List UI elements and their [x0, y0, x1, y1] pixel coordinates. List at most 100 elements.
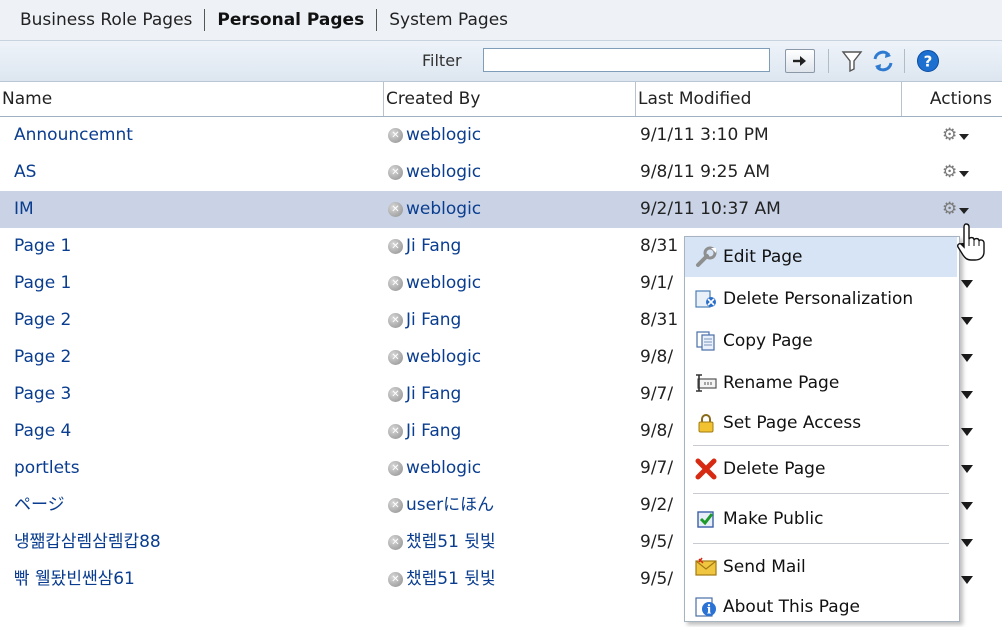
user-link[interactable]: Ji Fang [406, 376, 461, 413]
page-name-link[interactable]: Announcemnt [14, 117, 133, 154]
column-header-created-by[interactable]: Created By [384, 82, 636, 116]
page-name-link[interactable]: Page 2 [14, 339, 71, 376]
envelope-icon [693, 555, 719, 579]
user-link[interactable]: userにほん [406, 487, 494, 524]
last-modified-cell: 9/8/11 9:25 AM [640, 162, 770, 182]
user-link[interactable]: Ji Fang [406, 228, 461, 265]
page-name-link[interactable]: Page 1 [14, 228, 71, 265]
chevron-down-icon[interactable] [961, 317, 973, 325]
user-link[interactable]: weblogic [406, 154, 481, 191]
chevron-down-icon[interactable] [961, 539, 973, 547]
menu-item-edit-page[interactable]: Edit Page [685, 237, 957, 277]
user-link[interactable]: 챘렙51 뒷빛 [406, 524, 496, 561]
user-link[interactable]: weblogic [406, 265, 481, 302]
user-link[interactable]: 챘렙51 뒷빛 [406, 561, 496, 598]
toolbar-divider [904, 49, 905, 73]
rename-page-icon [693, 371, 719, 395]
menu-item-copy-page[interactable]: Copy Page [685, 321, 957, 361]
menu-item-label: Send Mail [723, 557, 806, 577]
page-name-link[interactable]: portlets [14, 450, 80, 487]
page-name-link[interactable]: ページ [14, 487, 65, 524]
tab-business-role-pages[interactable]: Business Role Pages [0, 10, 204, 30]
filter-toolbar: Filter ? [0, 41, 1002, 82]
last-modified-cell: 9/2/ [640, 495, 674, 515]
user-presence-icon: ✕ [388, 387, 403, 402]
column-header-last-modified[interactable]: Last Modified [636, 82, 902, 116]
page-name-link[interactable]: Page 3 [14, 376, 71, 413]
menu-item-delete-personalization[interactable]: Delete Personalization [685, 279, 957, 319]
menu-divider [693, 445, 949, 446]
user-presence-icon: ✕ [388, 350, 403, 365]
column-header-name[interactable]: Name [0, 82, 384, 116]
menu-item-label: About This Page [723, 597, 860, 617]
user-link[interactable]: weblogic [406, 191, 481, 228]
red-x-icon [693, 457, 719, 481]
page-name-link[interactable]: Page 1 [14, 265, 71, 302]
page-type-tabs: Business Role Pages Personal Pages Syste… [0, 0, 1002, 41]
refresh-icon[interactable] [871, 49, 895, 73]
created-by-cell: ✕ 챘렙51 뒷빛 [388, 561, 496, 598]
user-presence-icon: ✕ [388, 165, 403, 180]
tab-personal-pages[interactable]: Personal Pages [205, 10, 376, 30]
chevron-down-icon[interactable] [961, 576, 973, 584]
filter-go-button[interactable] [785, 49, 815, 73]
table-row[interactable]: Announcemnt ✕ weblogic 9/1/11 3:10 PM ⚙ [0, 117, 1002, 154]
user-link[interactable]: Ji Fang [406, 413, 461, 450]
user-presence-icon: ✕ [388, 535, 403, 550]
delete-personalization-icon [693, 287, 719, 311]
funnel-filter-icon[interactable] [840, 49, 864, 73]
user-link[interactable]: Ji Fang [406, 302, 461, 339]
menu-item-make-public[interactable]: Make Public [685, 499, 957, 539]
help-icon[interactable]: ? [916, 49, 940, 73]
menu-item-delete-page[interactable]: Delete Page [685, 449, 957, 489]
page-name-link[interactable]: Page 4 [14, 413, 71, 450]
menu-divider [693, 543, 949, 544]
chevron-down-icon[interactable] [961, 280, 973, 288]
page-name-link[interactable]: AS [14, 154, 36, 191]
chevron-down-icon[interactable] [961, 391, 973, 399]
created-by-cell: ✕ weblogic [388, 154, 481, 191]
created-by-cell: ✕ Ji Fang [388, 413, 461, 450]
user-presence-icon: ✕ [388, 461, 403, 476]
filter-input[interactable] [483, 48, 770, 72]
table-row-selected[interactable]: IM ✕ weblogic 9/2/11 10:37 AM ⚙ [0, 191, 1002, 228]
menu-divider [693, 493, 949, 494]
chevron-down-icon[interactable] [961, 428, 973, 436]
page-name-link[interactable]: 넁쨂캅삼렘삼렘캅88 [14, 524, 161, 561]
actions-menu-button[interactable]: ⚙ [942, 154, 970, 191]
page-name-link[interactable]: Page 2 [14, 302, 71, 339]
user-presence-icon: ✕ [388, 276, 403, 291]
user-link[interactable]: weblogic [406, 450, 481, 487]
menu-item-rename-page[interactable]: Rename Page [685, 363, 957, 403]
page-name-link[interactable]: 빢 웰돴빈쌘삼61 [14, 561, 135, 598]
menu-item-set-page-access[interactable]: Set Page Access [685, 403, 957, 443]
menu-item-about-this-page[interactable]: i About This Page [685, 587, 957, 627]
svg-text:i: i [707, 603, 712, 617]
column-header-actions: Actions [929, 89, 992, 109]
filter-label: Filter [422, 51, 462, 70]
user-link[interactable]: weblogic [406, 339, 481, 376]
created-by-cell: ✕ weblogic [388, 450, 481, 487]
user-presence-icon: ✕ [388, 239, 403, 254]
page-name-link[interactable]: IM [14, 191, 34, 228]
gear-icon: ⚙ [942, 125, 958, 145]
table-row[interactable]: AS ✕ weblogic 9/8/11 9:25 AM ⚙ [0, 154, 1002, 191]
created-by-cell: ✕ weblogic [388, 117, 481, 154]
last-modified-cell: 9/7/ [640, 384, 674, 404]
actions-menu-button[interactable]: ⚙ [942, 117, 970, 154]
user-presence-icon: ✕ [388, 498, 403, 513]
menu-item-label: Edit Page [723, 247, 803, 267]
user-link[interactable]: weblogic [406, 117, 481, 154]
menu-item-send-mail[interactable]: Send Mail [685, 547, 957, 587]
user-presence-icon: ✕ [388, 313, 403, 328]
tab-system-pages[interactable]: System Pages [377, 10, 520, 30]
chevron-down-icon[interactable] [961, 465, 973, 473]
chevron-down-icon[interactable] [961, 354, 973, 362]
last-modified-cell: 9/8/ [640, 421, 674, 441]
created-by-cell: ✕ weblogic [388, 265, 481, 302]
last-modified-cell: 9/8/ [640, 347, 674, 367]
user-presence-icon: ✕ [388, 424, 403, 439]
wrench-icon [693, 245, 719, 269]
chevron-down-icon[interactable] [961, 502, 973, 510]
menu-item-label: Make Public [723, 509, 824, 529]
